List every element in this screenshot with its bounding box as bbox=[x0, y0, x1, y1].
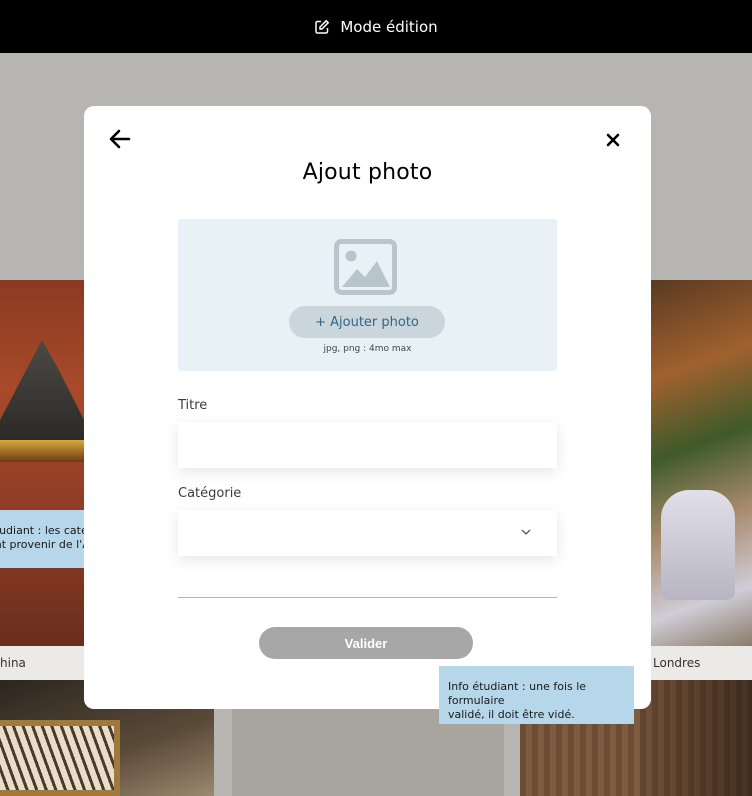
submit-button[interactable]: Valider bbox=[259, 627, 473, 659]
close-icon[interactable] bbox=[605, 132, 621, 148]
add-photo-button[interactable]: + Ajouter photo bbox=[289, 306, 445, 338]
gallery-photo-right bbox=[651, 280, 752, 646]
note-line: validé, il doit être vidé. bbox=[448, 708, 575, 721]
title-input[interactable] bbox=[178, 422, 557, 468]
category-label: Catégorie bbox=[178, 486, 242, 501]
edit-mode-bar: Mode édition bbox=[0, 0, 752, 53]
lamp-glow bbox=[0, 440, 84, 462]
lamp-shape bbox=[0, 340, 84, 440]
edit-icon bbox=[315, 19, 330, 34]
form-divider bbox=[178, 597, 557, 598]
chair-shape bbox=[661, 490, 735, 600]
picture-frame bbox=[0, 720, 120, 796]
shadow-overlay bbox=[640, 680, 752, 796]
gallery-caption-right: Londres bbox=[651, 646, 752, 680]
chevron-down-icon bbox=[521, 529, 531, 535]
gallery-photo-left bbox=[0, 280, 84, 646]
back-arrow-icon[interactable] bbox=[108, 128, 132, 150]
edit-mode-label: Mode édition bbox=[340, 17, 438, 36]
modal-title: Ajout photo bbox=[302, 160, 433, 185]
title-label: Titre bbox=[178, 398, 208, 413]
photo-upload-zone[interactable]: + Ajouter photo jpg, png : 4mo max bbox=[178, 219, 557, 371]
student-note-reset-form: Info étudiant : une fois le formulaire v… bbox=[439, 666, 634, 724]
note-line: Info étudiant : une fois le formulaire bbox=[448, 680, 587, 707]
image-placeholder-icon bbox=[334, 239, 397, 295]
add-photo-modal: Ajout photo + Ajouter photo jpg, png : 4… bbox=[84, 106, 651, 709]
gallery-caption-left: hina bbox=[0, 646, 84, 680]
category-select[interactable] bbox=[178, 510, 557, 556]
upload-hint: jpg, png : 4mo max bbox=[323, 344, 412, 354]
